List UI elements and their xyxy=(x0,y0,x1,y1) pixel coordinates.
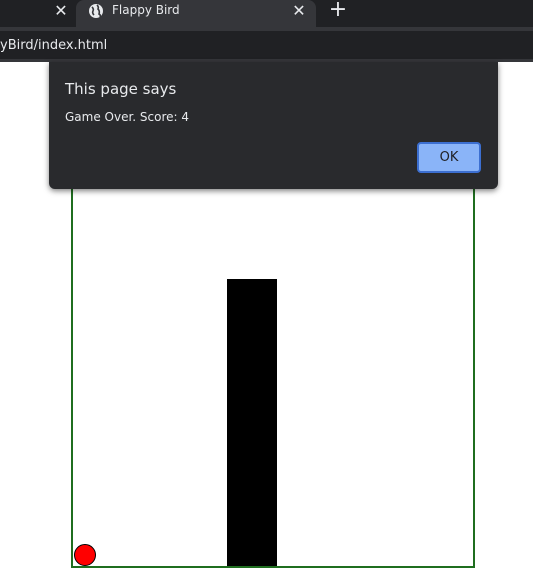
alert-dialog: This page says Game Over. Score: 4 OK xyxy=(49,62,498,189)
active-tab[interactable]: Flappy Bird ✕ xyxy=(76,0,316,27)
tab-title: Flappy Bird xyxy=(112,3,180,17)
address-bar[interactable]: yBird/index.html xyxy=(0,31,533,59)
tab-close-icon[interactable]: ✕ xyxy=(290,2,308,20)
pipe-obstacle xyxy=(227,279,277,566)
browser-toolbar: yBird/index.html xyxy=(0,27,533,62)
dialog-message: Game Over. Score: 4 xyxy=(65,110,190,124)
url-text[interactable]: yBird/index.html xyxy=(0,38,107,53)
new-tab-button[interactable]: + xyxy=(327,0,349,22)
previous-tab-close-icon[interactable]: ✕ xyxy=(52,2,70,20)
ok-button[interactable]: OK xyxy=(417,142,481,173)
bird-player xyxy=(74,544,96,566)
dialog-title: This page says xyxy=(65,80,177,98)
globe-icon xyxy=(89,4,103,18)
